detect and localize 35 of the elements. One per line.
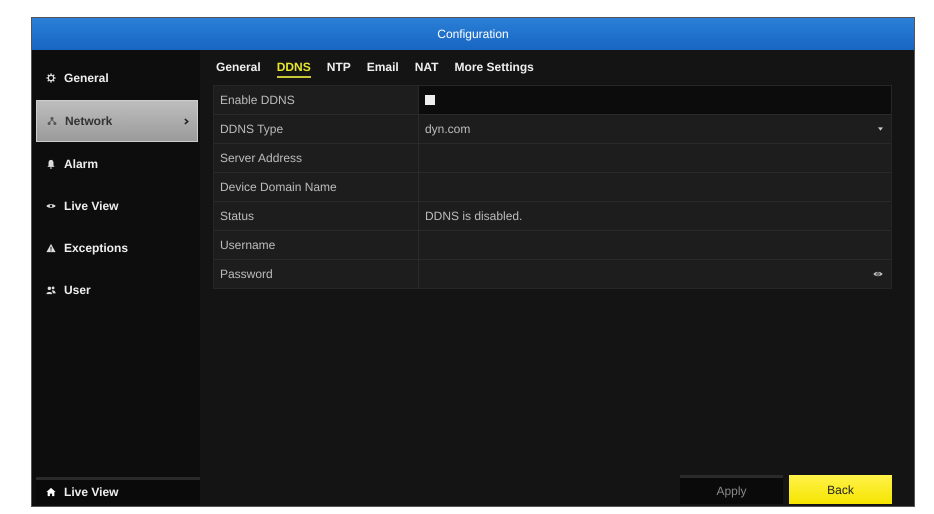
users-icon <box>46 285 56 295</box>
eye-icon <box>46 201 56 211</box>
field-label: Username <box>214 231 419 259</box>
tab[interactable]: More Settings <box>454 58 534 78</box>
sidebar-item[interactable]: Live View <box>36 186 198 226</box>
sidebar-item[interactable]: User <box>36 270 198 310</box>
field-label: Server Address <box>214 144 419 172</box>
field-label: Enable DDNS <box>214 86 419 114</box>
sidebar-item[interactable]: Exceptions <box>36 228 198 268</box>
eye-icon[interactable] <box>873 269 883 279</box>
caret-icon <box>878 127 883 131</box>
field-label: DDNS Type <box>214 115 419 143</box>
window-title: Configuration <box>437 27 509 41</box>
gear-icon <box>46 73 56 83</box>
sidebar-item[interactable]: Network <box>36 100 198 142</box>
warning-icon <box>46 243 56 253</box>
sidebar-item[interactable]: General <box>36 58 198 98</box>
tab[interactable]: DDNS <box>276 58 311 78</box>
field-label: Device Domain Name <box>214 173 419 201</box>
back-button[interactable]: Back <box>789 475 892 504</box>
home-icon <box>46 487 56 497</box>
tab[interactable]: NAT <box>414 58 439 78</box>
field-label: Password <box>214 260 419 288</box>
chevron-icon <box>184 118 189 124</box>
tab[interactable]: NTP <box>326 58 351 78</box>
dropdown[interactable]: dyn.com <box>419 115 891 143</box>
checkbox[interactable] <box>425 95 435 105</box>
network-icon <box>47 116 57 126</box>
apply-button[interactable]: Apply <box>680 475 783 504</box>
tab[interactable]: General <box>216 58 261 78</box>
input-field[interactable]: DDNS is disabled. <box>419 202 891 230</box>
field-label: Status <box>214 202 419 230</box>
tab[interactable]: Email <box>366 58 399 78</box>
bell-icon <box>46 159 56 169</box>
sidebar-item[interactable]: Alarm <box>36 144 198 184</box>
